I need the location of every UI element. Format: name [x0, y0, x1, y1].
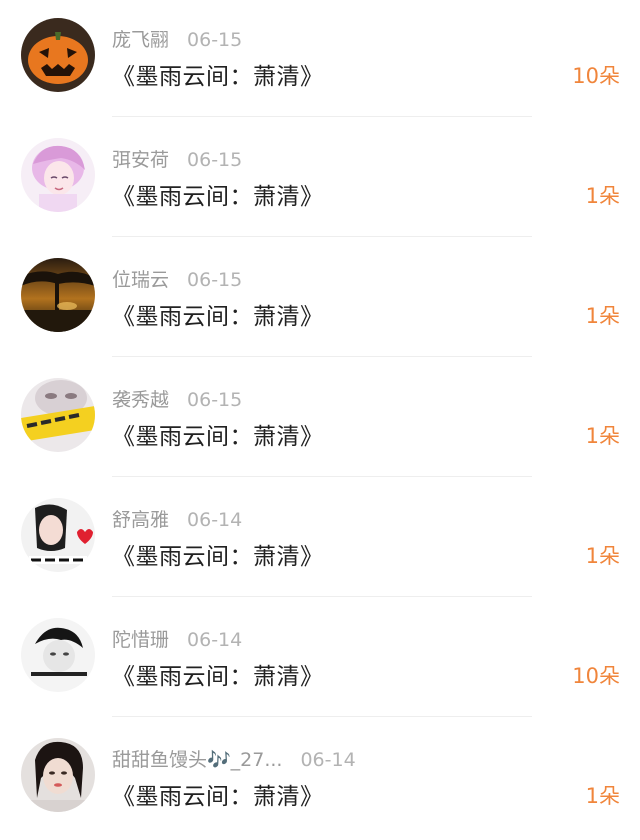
list-item[interactable]: 位瑞云 06-15 《墨雨云间：萧清》 1朵	[0, 240, 640, 360]
item-title[interactable]: 《墨雨云间：萧清》	[112, 182, 324, 212]
user-name[interactable]: 位瑞云	[112, 269, 169, 291]
item-meta: 甜甜鱼馒头🎶_27... 06-14	[112, 748, 356, 772]
divider	[112, 356, 532, 357]
sunset-tree-avatar[interactable]	[21, 258, 95, 332]
item-meta: 袭秀越 06-15	[112, 388, 242, 412]
item-title[interactable]: 《墨雨云间：萧清》	[112, 662, 324, 692]
item-title[interactable]: 《墨雨云间：萧清》	[112, 62, 324, 92]
gift-count: 1朵	[585, 184, 620, 208]
item-title[interactable]: 《墨雨云间：萧清》	[112, 542, 324, 572]
gift-list: 庞飞翮 06-15 《墨雨云间：萧清》 10朵 弭安荷 06-15 《墨雨云间：萧清…	[0, 0, 640, 834]
item-date: 06-15	[187, 29, 243, 51]
user-name[interactable]: 庞飞翮	[112, 29, 169, 51]
list-item[interactable]: 弭安荷 06-15 《墨雨云间：萧清》 1朵	[0, 120, 640, 240]
bw-boy-avatar[interactable]	[21, 618, 95, 692]
anime-girl-avatar[interactable]	[21, 138, 95, 212]
item-date: 06-14	[300, 749, 356, 771]
list-item[interactable]: 甜甜鱼馒头🎶_27... 06-14 《墨雨云间：萧清》 1朵	[0, 720, 640, 840]
gift-count: 1朵	[585, 304, 620, 328]
gift-count: 1朵	[585, 544, 620, 568]
girl-text-avatar[interactable]	[21, 378, 95, 452]
girl-heart-avatar[interactable]	[21, 498, 95, 572]
item-date: 06-15	[187, 149, 243, 171]
girl-portrait-avatar[interactable]	[21, 738, 95, 812]
divider	[112, 476, 532, 477]
user-name[interactable]: 舒高雅	[112, 509, 169, 531]
user-name[interactable]: 陀惜珊	[112, 629, 169, 651]
item-date: 06-14	[187, 629, 243, 651]
gift-count: 1朵	[585, 784, 620, 808]
pumpkin-avatar[interactable]	[21, 18, 95, 92]
item-meta: 位瑞云 06-15	[112, 268, 242, 292]
gift-count: 10朵	[572, 664, 620, 688]
item-date: 06-15	[187, 269, 243, 291]
item-meta: 舒高雅 06-14	[112, 508, 242, 532]
list-item[interactable]: 庞飞翮 06-15 《墨雨云间：萧清》 10朵	[0, 0, 640, 120]
gift-count: 1朵	[585, 424, 620, 448]
item-date: 06-14	[187, 509, 243, 531]
divider	[112, 236, 532, 237]
item-meta: 弭安荷 06-15	[112, 148, 242, 172]
item-meta: 庞飞翮 06-15	[112, 28, 242, 52]
user-name[interactable]: 甜甜鱼馒头🎶_27...	[112, 749, 282, 771]
item-meta: 陀惜珊 06-14	[112, 628, 242, 652]
user-name[interactable]: 袭秀越	[112, 389, 169, 411]
list-item[interactable]: 袭秀越 06-15 《墨雨云间：萧清》 1朵	[0, 360, 640, 480]
divider	[112, 596, 532, 597]
user-name[interactable]: 弭安荷	[112, 149, 169, 171]
item-date: 06-15	[187, 389, 243, 411]
list-item[interactable]: 舒高雅 06-14 《墨雨云间：萧清》 1朵	[0, 480, 640, 600]
list-item[interactable]: 陀惜珊 06-14 《墨雨云间：萧清》 10朵	[0, 600, 640, 720]
divider	[112, 716, 532, 717]
item-title[interactable]: 《墨雨云间：萧清》	[112, 422, 324, 452]
item-title[interactable]: 《墨雨云间：萧清》	[112, 302, 324, 332]
gift-count: 10朵	[572, 64, 620, 88]
item-title[interactable]: 《墨雨云间：萧清》	[112, 782, 324, 812]
divider	[112, 116, 532, 117]
